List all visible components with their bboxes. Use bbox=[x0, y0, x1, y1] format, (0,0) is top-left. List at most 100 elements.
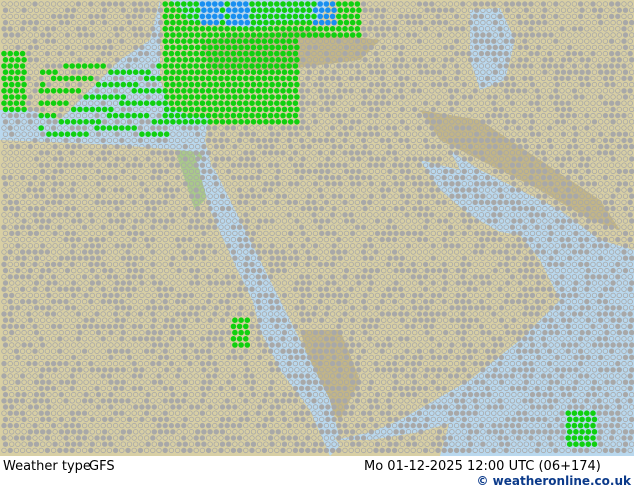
rain-shower-icon bbox=[81, 63, 88, 69]
cloud-icon bbox=[498, 193, 505, 199]
rain-shower-icon bbox=[342, 13, 348, 20]
cloud-icon bbox=[329, 174, 336, 181]
cloud-icon bbox=[106, 199, 113, 206]
cloud-icon bbox=[7, 26, 13, 32]
cloud-icon bbox=[21, 218, 27, 224]
cloud-icon bbox=[207, 243, 213, 249]
cloud-icon bbox=[522, 137, 528, 144]
rain-shower-icon bbox=[199, 50, 206, 57]
cloud-icon bbox=[32, 88, 38, 94]
cloud-icon bbox=[573, 280, 579, 286]
rain-shower-icon bbox=[244, 44, 251, 51]
cloud-icon bbox=[157, 19, 164, 26]
rain-shower-icon bbox=[187, 63, 193, 69]
cloud-icon bbox=[584, 261, 590, 268]
rain-shower-icon bbox=[236, 25, 243, 32]
cloud-icon bbox=[381, 19, 387, 26]
cloud-icon bbox=[33, 19, 40, 26]
cloud-icon bbox=[492, 205, 498, 212]
rain-shower-icon bbox=[238, 81, 244, 88]
cloud-icon bbox=[257, 280, 263, 286]
snow-icon bbox=[329, 13, 336, 20]
cloud-icon bbox=[168, 261, 175, 268]
cloud-icon bbox=[317, 162, 323, 168]
cloud-icon bbox=[629, 193, 634, 199]
cloud-icon bbox=[443, 168, 449, 175]
cloud-icon bbox=[181, 125, 187, 131]
cloud-icon bbox=[505, 94, 511, 100]
rain-shower-icon bbox=[275, 19, 282, 26]
cloud-icon bbox=[249, 286, 255, 292]
cloud-icon bbox=[453, 26, 460, 32]
cloud-icon bbox=[205, 298, 212, 305]
cloud-icon bbox=[137, 75, 144, 82]
rain-shower-icon bbox=[176, 19, 182, 26]
cloud-icon bbox=[250, 156, 257, 162]
cloud-icon bbox=[112, 298, 119, 305]
cloud-icon bbox=[81, 26, 88, 32]
cloud-icon bbox=[540, 162, 547, 168]
rain-shower-icon bbox=[58, 131, 65, 138]
rain-shower-icon bbox=[275, 44, 282, 51]
cloud-icon bbox=[381, 230, 387, 237]
cloud-icon bbox=[567, 44, 573, 51]
rain-shower-icon bbox=[281, 69, 288, 75]
cloud-icon bbox=[585, 57, 591, 63]
rain-shower-icon bbox=[44, 88, 51, 94]
cloud-icon bbox=[114, 280, 120, 286]
cloud-icon bbox=[163, 181, 170, 187]
cloud-icon bbox=[132, 7, 139, 13]
cloud-icon bbox=[616, 7, 622, 13]
cloud-icon bbox=[331, 292, 337, 299]
cloud-icon bbox=[478, 298, 485, 305]
rain-shower-icon bbox=[77, 106, 83, 113]
rain-shower-icon bbox=[162, 13, 169, 20]
cloud-icon bbox=[199, 224, 206, 230]
cloud-icon bbox=[170, 255, 176, 261]
rain-shower-icon bbox=[343, 19, 350, 26]
cloud-icon bbox=[393, 255, 399, 261]
cloud-icon bbox=[75, 1, 82, 7]
rain-shower-icon bbox=[267, 1, 274, 7]
cloud-icon bbox=[511, 168, 517, 175]
rain-shower-icon bbox=[304, 1, 311, 7]
cloud-icon bbox=[424, 7, 430, 13]
cloud-icon bbox=[565, 50, 571, 57]
rain-shower-icon bbox=[182, 44, 189, 51]
rain-shower-icon bbox=[255, 13, 262, 20]
cloud-icon bbox=[131, 199, 137, 206]
cloud-icon bbox=[596, 150, 602, 156]
cloud-icon bbox=[554, 218, 560, 224]
cloud-icon bbox=[236, 162, 243, 168]
cloud-icon bbox=[627, 187, 633, 193]
cloud-icon bbox=[257, 143, 263, 150]
cloud-icon bbox=[418, 205, 424, 212]
cloud-icon bbox=[404, 63, 410, 69]
cloud-icon bbox=[126, 230, 133, 237]
cloud-icon bbox=[19, 261, 26, 268]
cloud-icon bbox=[422, 224, 429, 230]
cloud-icon bbox=[627, 236, 633, 243]
cloud-icon bbox=[491, 137, 497, 144]
cloud-icon bbox=[212, 162, 218, 168]
rain-shower-icon bbox=[120, 69, 127, 75]
rain-shower-icon bbox=[232, 81, 238, 88]
cloud-icon bbox=[424, 168, 430, 175]
cloud-icon bbox=[443, 57, 449, 63]
rain-shower-icon bbox=[263, 106, 269, 113]
cloud-icon bbox=[622, 44, 629, 51]
cloud-icon bbox=[362, 57, 368, 63]
cloud-icon bbox=[571, 286, 578, 292]
cloud-icon bbox=[114, 243, 120, 249]
rain-shower-icon bbox=[249, 88, 255, 94]
rain-shower-icon bbox=[212, 75, 218, 82]
cloud-icon bbox=[219, 143, 226, 150]
cloud-icon bbox=[319, 218, 325, 224]
cloud-icon bbox=[424, 267, 430, 274]
cloud-icon bbox=[360, 26, 367, 32]
cloud-icon bbox=[610, 69, 616, 75]
cloud-icon bbox=[559, 224, 565, 230]
cloud-icon bbox=[478, 50, 485, 57]
cloud-icon bbox=[317, 298, 323, 305]
cloud-icon bbox=[151, 81, 157, 88]
